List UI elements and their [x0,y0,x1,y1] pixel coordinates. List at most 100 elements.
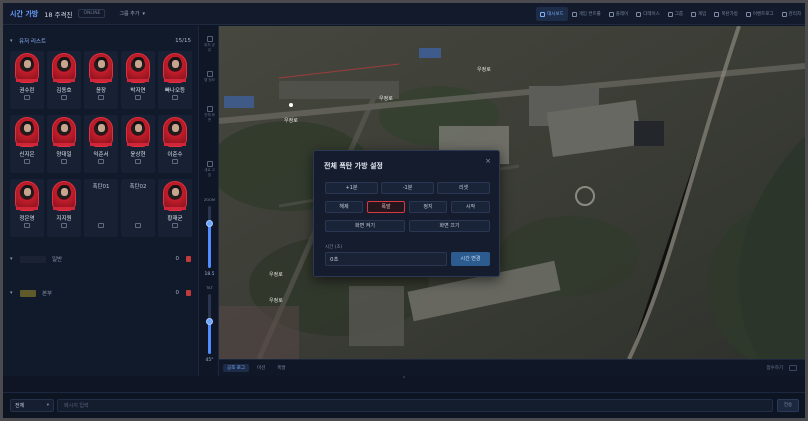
device-icon[interactable] [172,159,178,164]
device-icon[interactable] [24,223,30,228]
player-card[interactable]: 신지은 [10,115,44,173]
device-icon[interactable] [61,95,67,100]
player-card[interactable]: 박지연 [121,51,155,109]
top-bar: 시간 가방 18 주격진 ONLINE 그룹 추가 ▾ 대시보드 게임 컨트롤 … [3,3,805,25]
tilt-value: 45° [205,358,214,363]
plus-one-minute-button[interactable]: +1분 [325,182,378,194]
chevron-down-icon: ▾ [142,10,145,17]
device-icon[interactable] [135,223,141,228]
player-card[interactable]: 윤장 [84,51,118,109]
map-info-button[interactable]: 맵 정보 [203,71,216,83]
player-card[interactable]: 이준수 [158,115,192,173]
refresh-button[interactable]: 새로 고침 [203,161,216,178]
map-icon [636,11,642,17]
trash-icon[interactable] [186,290,191,296]
player-card[interactable]: 폭탄02 [121,179,155,237]
nav-bomb-bag[interactable]: 폭탄가방 [710,7,742,21]
player-card[interactable]: 정은영 [10,179,44,237]
log-bar: 공조 로그 미션 폭발 접수하기 [219,359,805,376]
device-icon[interactable] [24,159,30,164]
trash-icon[interactable] [186,256,191,262]
device-icon[interactable] [172,223,178,228]
nav-dashboard[interactable]: 대시보드 [536,7,568,21]
zoom-label: ZOOM [204,198,215,202]
device-icon[interactable] [61,159,67,164]
chevron-up-icon[interactable]: ⌃ [399,376,409,382]
tilt-slider[interactable] [206,294,213,354]
stop-button[interactable]: 정지 [409,201,447,213]
status-ribbon [127,79,149,82]
reset-button[interactable]: 리셋 [437,182,490,194]
message-input[interactable] [57,399,773,412]
group-add-dropdown[interactable]: 그룹 추가 ▾ [119,10,145,18]
zoom-slider[interactable] [206,206,213,268]
chevron-down-icon: ▾ [10,256,13,262]
nav-play[interactable]: 플레이 [605,7,632,21]
player-card[interactable]: 황재균 [158,179,192,237]
satellite-map[interactable]: 우정로 우정로 우정로 우정로 우정로 [219,26,805,359]
fullscreen-button[interactable]: 전체 화면 [203,106,216,123]
app-window: 시간 가방 18 주격진 ONLINE 그룹 추가 ▾ 대시보드 게임 컨트롤 … [3,3,805,418]
player-card[interactable]: 권수린 [10,51,44,109]
nav-game-control[interactable]: 게임 컨트롤 [568,7,605,21]
player-card[interactable]: 윤상현 [121,115,155,173]
recipient-select[interactable]: 전체 ▾ [10,399,54,412]
nav-race[interactable]: 다레이스 [632,7,664,21]
player-card[interactable]: 양대일 [47,115,81,173]
time-field-label: 시간 (초) [325,245,343,250]
settings-icon [781,11,787,17]
group-header-general[interactable]: ▾ 일반 0 [3,252,199,266]
nav-group[interactable]: 그룹 [664,7,687,21]
group-count: 0 [175,290,180,296]
status-ribbon [90,79,112,82]
log-tab-explosion[interactable]: 폭발 [273,364,289,372]
device-icon[interactable] [24,95,30,100]
player-section-header[interactable]: ▾ 유저 리스트 15/15 [3,34,199,48]
device-icon[interactable] [61,223,67,228]
panel-icon[interactable] [789,365,797,371]
group-header-hq[interactable]: ▾ 본부 0 [3,286,199,300]
start-button[interactable]: 시작 [451,201,490,213]
change-time-button[interactable]: 시간 변경 [451,252,490,266]
send-button[interactable]: 전송 [777,399,799,412]
chevron-down-icon: ▾ [10,38,13,44]
screen-off-button[interactable]: 화면 끄기 [409,220,490,232]
close-icon[interactable]: × [485,157,491,165]
circle-icon [691,11,697,17]
player-card[interactable]: 폭탄01 [84,179,118,237]
info-icon [206,71,213,77]
bomb-bag-settings-dialog: 전체 폭탄 가방 설정 × +1분 -1분 리셋 해제 폭발 정지 시작 화면 … [313,150,500,277]
player-card[interactable]: 익준서 [84,115,118,173]
device-icon[interactable] [98,95,104,100]
minus-one-minute-button[interactable]: -1분 [381,182,434,194]
device-icon[interactable] [98,159,104,164]
device-icon[interactable] [98,223,104,228]
nav-admin[interactable]: 관리자 [778,7,805,21]
nav-game[interactable]: 게임 [687,7,710,21]
player-name: 신지은 [19,152,35,158]
log-collapse-label[interactable]: 접수하기 [766,365,783,371]
log-tab-mission[interactable]: 미션 [253,364,269,372]
player-card[interactable]: 지지원 [47,179,81,237]
left-panel: ▾ 유저 리스트 15/15 권수린 김동호 윤장 박지연 빠나오등신지은 양대일 익준서 윤… [3,26,199,376]
status-ribbon [164,207,186,210]
share-location-button[interactable]: 위치 공유 [203,36,216,53]
map-road-label: 우정로 [284,117,298,124]
explode-button[interactable]: 폭발 [367,201,405,213]
player-card[interactable]: 빠나오등 [158,51,192,109]
player-card[interactable]: 김동호 [47,51,81,109]
screen-on-button[interactable]: 화면 켜기 [325,220,405,232]
disarm-button[interactable]: 해제 [325,201,363,213]
device-icon[interactable] [135,95,141,100]
player-name: 김동호 [56,88,72,94]
log-tab-broadcast[interactable]: 공조 로그 [223,364,249,372]
nav-event-log[interactable]: 이벤트로그 [742,7,778,21]
device-icon[interactable] [135,159,141,164]
group-color-swatch [20,255,46,263]
time-input[interactable] [325,252,447,266]
map-road-label: 우정로 [379,95,393,102]
tilt-slider-handle[interactable] [206,317,213,325]
device-icon[interactable] [172,95,178,100]
zoom-slider-handle[interactable] [206,219,213,227]
message-bar: 전체 ▾ 전송 [3,392,805,418]
